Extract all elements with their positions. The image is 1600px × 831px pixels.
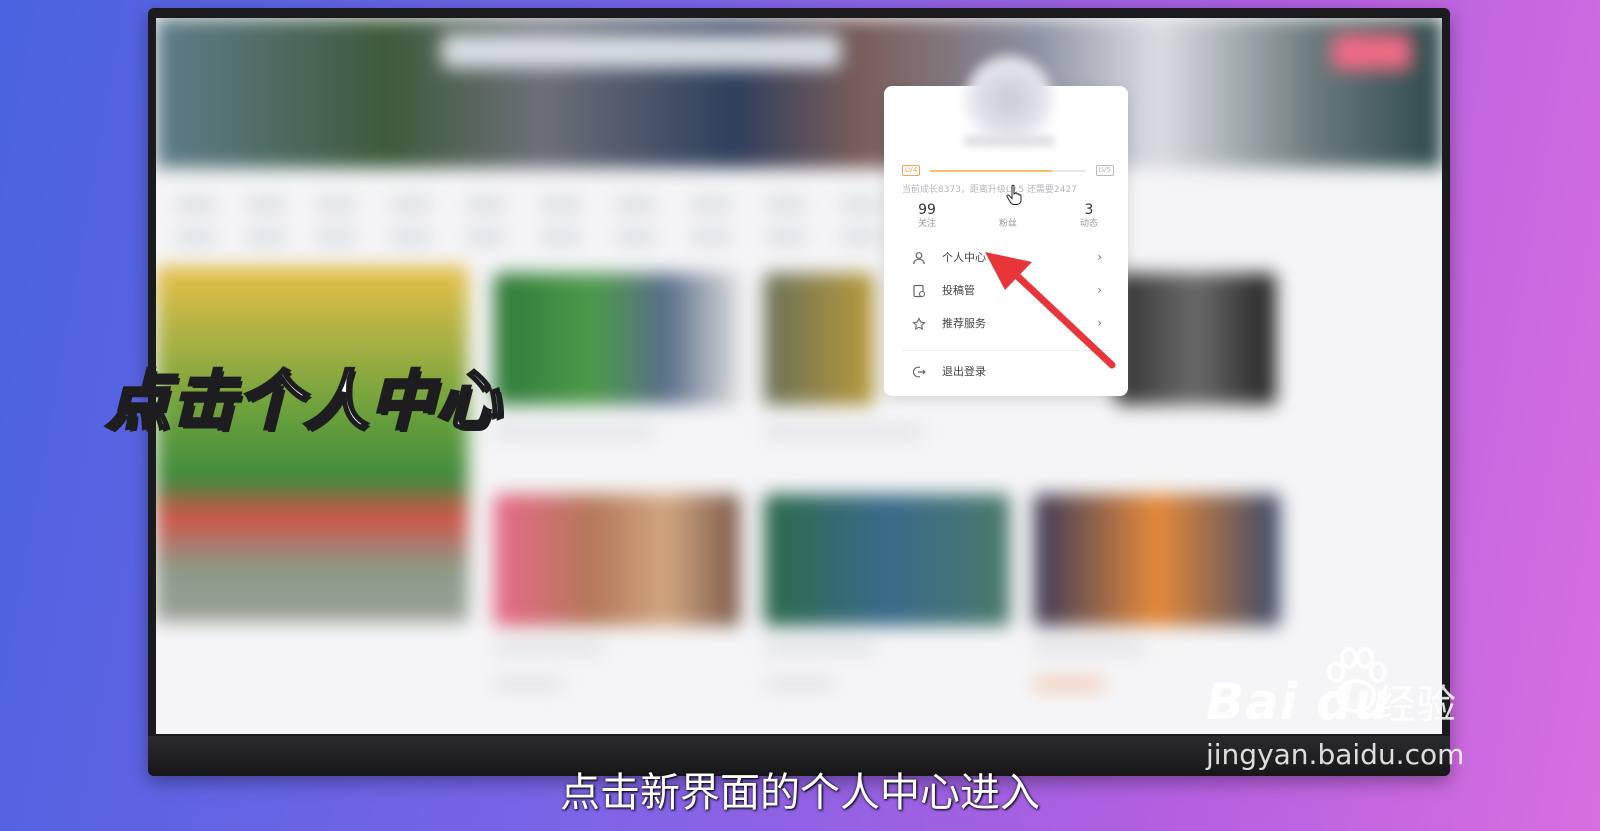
watermark-url: jingyan.baidu.com xyxy=(1206,738,1465,771)
jingyan-text: 经验 xyxy=(1376,682,1456,728)
overlay-title: 点击个人中心 xyxy=(105,365,502,440)
baidu-jingyan-watermark: Bai du 经验 jingyan.baidu.com xyxy=(1206,640,1506,780)
baidu-logo-text: Bai du xyxy=(1206,673,1390,731)
